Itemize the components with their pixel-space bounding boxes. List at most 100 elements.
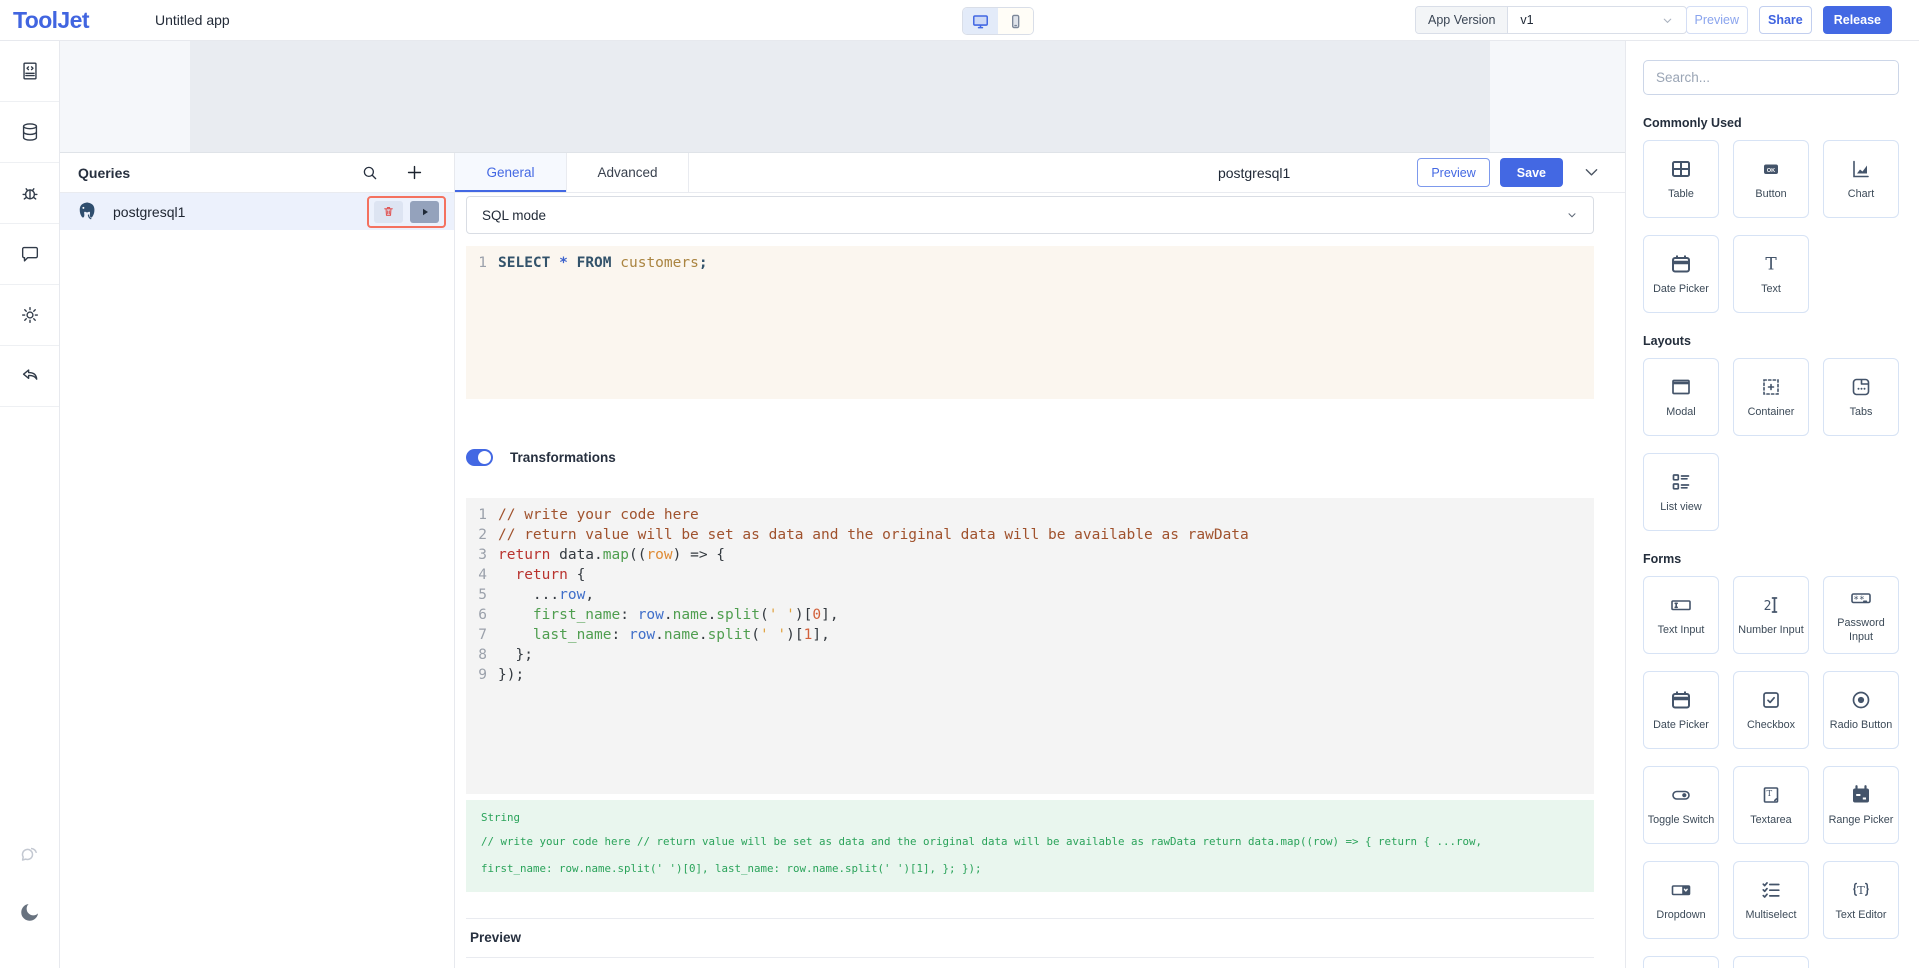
transformations-label: Transformations xyxy=(510,450,616,465)
widget-card-date-picker[interactable]: Date Picker xyxy=(1643,235,1719,313)
version-select[interactable]: v1 xyxy=(1508,7,1686,33)
widget-card-tabs[interactable]: Tabs xyxy=(1823,358,1899,436)
query-save-button[interactable]: Save xyxy=(1500,158,1563,187)
comments-icon xyxy=(19,243,41,265)
tab-general[interactable]: General xyxy=(455,153,567,192)
app-preview-button[interactable]: Preview xyxy=(1686,6,1748,34)
widget-grid: Table OK Button Chart Date Picker T Text xyxy=(1643,140,1899,313)
widget-card-modal[interactable]: Modal xyxy=(1643,358,1719,436)
widget-card-text-input[interactable]: Text Input xyxy=(1643,576,1719,654)
widget-search-input[interactable] xyxy=(1656,70,1886,85)
toggleswitch-icon xyxy=(1669,783,1693,807)
widget-card-chart[interactable]: Chart xyxy=(1823,140,1899,218)
result-text-line: // write your code here // return value … xyxy=(481,828,1579,855)
query-list-item[interactable]: postgresql1 xyxy=(60,193,454,230)
sidebar-item-settings[interactable] xyxy=(0,285,59,346)
result-type-label: String xyxy=(481,808,1579,828)
widget-card-checkbox[interactable]: Checkbox xyxy=(1733,671,1809,749)
run-query-button[interactable] xyxy=(410,201,439,223)
transformations-toggle[interactable] xyxy=(466,449,493,466)
query-editor-body: SQL mode 1SELECT * FROM customers; Trans… xyxy=(455,193,1625,968)
mobile-icon xyxy=(1007,13,1024,30)
tooljet-logo[interactable]: ToolJet xyxy=(13,7,89,34)
queries-header: Queries xyxy=(60,153,454,193)
result-text-line: first_name: row.name.split(' ')[0], last… xyxy=(481,855,1579,882)
sidebar-item-debugger[interactable] xyxy=(0,163,59,224)
sql-code-editor[interactable]: 1SELECT * FROM customers; xyxy=(466,246,1594,399)
line-number: 2 xyxy=(466,525,498,545)
query-name: postgresql1 xyxy=(113,204,367,220)
text-icon: T xyxy=(1759,252,1783,276)
sidebar-item-comments[interactable] xyxy=(0,224,59,285)
plus-icon[interactable] xyxy=(405,163,424,182)
widget-grid: Modal Container Tabs List view xyxy=(1643,358,1899,531)
datepicker-icon xyxy=(1669,688,1693,712)
preview-section-title: Preview xyxy=(466,919,1594,958)
canvas-area[interactable] xyxy=(190,41,1490,152)
chat-icon[interactable] xyxy=(18,844,42,868)
app-title[interactable]: Untitled app xyxy=(155,12,230,28)
line-number: 8 xyxy=(466,645,498,665)
widget-card-password-input[interactable]: ** Password Input xyxy=(1823,576,1899,654)
line-number: 1 xyxy=(466,253,498,273)
transformation-code-editor[interactable]: 1// write your code here2// return value… xyxy=(466,498,1594,794)
delete-query-button[interactable] xyxy=(374,201,403,223)
dark-mode-moon-icon[interactable] xyxy=(18,900,42,924)
svg-text:**: ** xyxy=(1853,594,1864,605)
checkbox-icon xyxy=(1759,688,1783,712)
widget-card-list-view[interactable]: List view xyxy=(1643,453,1719,531)
share-button[interactable]: Share xyxy=(1759,6,1812,34)
sidebar-item-pages[interactable] xyxy=(0,41,59,102)
line-number: 1 xyxy=(466,505,498,525)
settings-icon xyxy=(19,304,41,326)
query-preview-button[interactable]: Preview xyxy=(1417,158,1489,187)
device-toggle xyxy=(962,7,1034,35)
widget-card-dropdown[interactable]: Dropdown xyxy=(1643,861,1719,939)
desktop-toggle-button[interactable] xyxy=(963,8,998,34)
widget-card-text[interactable]: T Text xyxy=(1733,235,1809,313)
sidebar-item-database[interactable] xyxy=(0,102,59,163)
widget-card-button[interactable]: OK Button xyxy=(1733,140,1809,218)
section-title-forms: Forms xyxy=(1643,552,1899,566)
sidebar-item-undo[interactable] xyxy=(0,346,59,407)
table-icon xyxy=(1669,157,1693,181)
widgets-panel: Commonly Used Table OK Button Chart Date… xyxy=(1625,41,1919,968)
query-name-field[interactable]: postgresql1 xyxy=(1218,165,1290,181)
multiselect-icon xyxy=(1759,878,1783,902)
widget-label: Chart xyxy=(1848,188,1874,201)
trash-icon xyxy=(382,205,395,218)
code-line: 9}); xyxy=(466,665,1594,685)
search-icon[interactable] xyxy=(361,164,379,182)
widget-label: Dropdown xyxy=(1656,909,1705,922)
release-button[interactable]: Release xyxy=(1823,6,1892,34)
code-line: 1SELECT * FROM customers; xyxy=(466,253,1594,273)
widget-card-toggle-switch[interactable]: Toggle Switch xyxy=(1643,766,1719,844)
query-preview-section: Preview xyxy=(466,918,1594,958)
widget-card-text-editor[interactable]: T Text Editor xyxy=(1823,861,1899,939)
widget-card-star-rating[interactable] xyxy=(1643,956,1719,968)
line-number: 9 xyxy=(466,665,498,685)
widget-card-multiselect[interactable]: Multiselect xyxy=(1733,861,1809,939)
widget-card-radio-button[interactable]: Radio Button xyxy=(1823,671,1899,749)
widget-label: Toggle Switch xyxy=(1648,814,1715,827)
widget-card-number-input[interactable]: 2 Number Input xyxy=(1733,576,1809,654)
debugger-icon xyxy=(19,182,41,204)
widget-card-file-picker[interactable] xyxy=(1733,956,1809,968)
chevron-down-icon xyxy=(1566,209,1578,221)
widget-card-container[interactable]: Container xyxy=(1733,358,1809,436)
modal-icon xyxy=(1669,375,1693,399)
widget-label: Checkbox xyxy=(1747,719,1795,732)
widget-card-table[interactable]: Table xyxy=(1643,140,1719,218)
sql-mode-select[interactable]: SQL mode xyxy=(466,196,1594,234)
container-icon xyxy=(1759,375,1783,399)
widget-card-date-picker-form[interactable]: Date Picker xyxy=(1643,671,1719,749)
widget-card-textarea[interactable]: T Textarea xyxy=(1733,766,1809,844)
widget-card-range-picker[interactable]: Range Picker xyxy=(1823,766,1899,844)
widget-search-box xyxy=(1643,60,1899,95)
code-line: 3return data.map((row) => { xyxy=(466,545,1594,565)
collapse-panel-chevron-icon[interactable] xyxy=(1582,163,1601,182)
widget-label: Date Picker xyxy=(1653,283,1709,296)
tab-advanced[interactable]: Advanced xyxy=(567,153,689,192)
query-editor: General Advanced postgresql1 Preview Sav… xyxy=(455,153,1625,968)
mobile-toggle-button[interactable] xyxy=(998,8,1033,34)
